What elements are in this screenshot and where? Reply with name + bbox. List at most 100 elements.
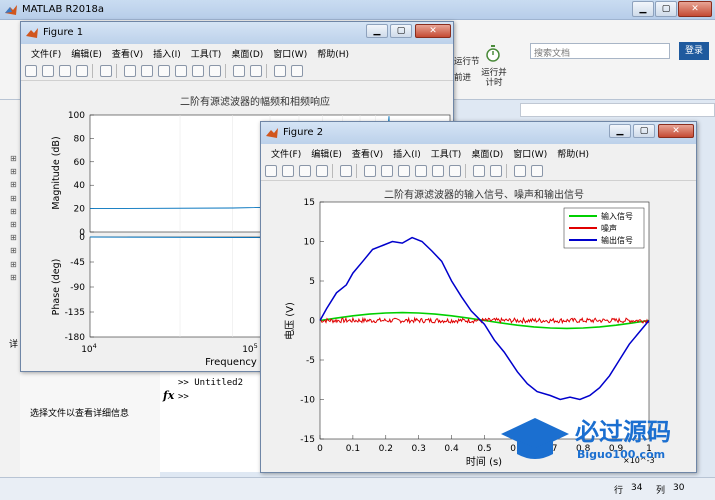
y-tick-label: -5 bbox=[306, 356, 315, 366]
print-icon[interactable] bbox=[76, 65, 88, 77]
figure1-close-button[interactable]: ✕ bbox=[415, 24, 451, 38]
zoom-out-icon[interactable] bbox=[381, 165, 393, 177]
figure1-menu-insert[interactable]: 插入(I) bbox=[153, 47, 181, 60]
data-cursor-icon[interactable] bbox=[192, 65, 204, 77]
figure1-menu-file[interactable]: 文件(F) bbox=[31, 47, 61, 60]
figure1-plot-title: 二阶有源滤波器的幅频和相频响应 bbox=[180, 95, 330, 108]
plot-tools-icon[interactable] bbox=[291, 65, 303, 77]
edit-plot-icon[interactable] bbox=[340, 165, 352, 177]
figure2-menu-desktop[interactable]: 桌面(D) bbox=[471, 147, 503, 160]
matlab-logo-icon bbox=[5, 5, 17, 15]
minimize-button[interactable]: ▁ bbox=[632, 1, 654, 17]
main-window-title: MATLAB R2018a bbox=[22, 4, 105, 15]
x-tick-label: 0.5 bbox=[477, 444, 491, 454]
figure1-menu-view[interactable]: 查看(V) bbox=[112, 47, 143, 60]
advance-label[interactable]: 前进 bbox=[454, 71, 471, 83]
figure1-menu-desktop[interactable]: 桌面(D) bbox=[231, 47, 263, 60]
figure2-menu-tools[interactable]: 工具(T) bbox=[431, 147, 462, 160]
x-tick-label: 0.2 bbox=[379, 444, 393, 454]
figure2-menu-help[interactable]: 帮助(H) bbox=[557, 147, 589, 160]
figure1-menu-help[interactable]: 帮助(H) bbox=[317, 47, 349, 60]
brush-icon[interactable] bbox=[209, 65, 221, 77]
figure2-menu-view[interactable]: 查看(V) bbox=[352, 147, 383, 160]
new-figure-icon[interactable] bbox=[25, 65, 37, 77]
figure2-menu-window[interactable]: 窗口(W) bbox=[513, 147, 547, 160]
phase-y-label: Phase (deg) bbox=[51, 259, 62, 316]
save-icon[interactable] bbox=[299, 165, 311, 177]
y-tick-label: -15 bbox=[300, 435, 315, 445]
open-file-icon[interactable] bbox=[42, 65, 54, 77]
command-window[interactable]: >> Untitled2 >> fx bbox=[160, 372, 260, 472]
zoom-in-icon[interactable] bbox=[364, 165, 376, 177]
run-section-label[interactable]: 运行节 bbox=[454, 55, 480, 67]
figure1-toolbar bbox=[21, 61, 453, 81]
command-line-2: >> bbox=[178, 392, 189, 402]
row-label: 行 bbox=[614, 486, 624, 496]
figure2-title-bar[interactable]: Figure 2 ▁ ▢ ✕ bbox=[261, 122, 696, 144]
figure2-minimize-button[interactable]: ▁ bbox=[609, 124, 631, 138]
address-bar[interactable] bbox=[520, 103, 715, 117]
figure2-menu-edit[interactable]: 编辑(E) bbox=[311, 147, 342, 160]
figure1-maximize-button[interactable]: ▢ bbox=[390, 24, 412, 38]
rotate-icon[interactable] bbox=[175, 65, 187, 77]
svg-text:Biguo100.com: Biguo100.com bbox=[577, 448, 665, 461]
plot-tools-icon[interactable] bbox=[531, 165, 543, 177]
x-tick-label: 0.1 bbox=[346, 444, 360, 454]
colorbar-icon[interactable] bbox=[250, 65, 262, 77]
legend-icon[interactable] bbox=[274, 65, 286, 77]
x-tick-label: 0.4 bbox=[444, 444, 459, 454]
row-value: 34 bbox=[631, 483, 643, 493]
legend-output-label: 输出信号 bbox=[601, 235, 633, 245]
figure1-title-bar[interactable]: Figure 1 ▁ ▢ ✕ bbox=[21, 22, 453, 44]
figure1-menu-edit[interactable]: 编辑(E) bbox=[71, 47, 102, 60]
phase-tick-label: -45 bbox=[70, 258, 85, 268]
pan-icon[interactable] bbox=[158, 65, 170, 77]
figure1-minimize-button[interactable]: ▁ bbox=[366, 24, 388, 38]
phase-tick-label: -135 bbox=[65, 308, 85, 318]
open-file-icon[interactable] bbox=[282, 165, 294, 177]
legend-icon[interactable] bbox=[514, 165, 526, 177]
y-tick-label: 5 bbox=[309, 277, 315, 287]
fx-icon: fx bbox=[163, 389, 175, 402]
run-time-label[interactable]: 运行并计时 bbox=[480, 68, 508, 88]
legend[interactable]: 输入信号 噪声 输出信号 bbox=[563, 207, 645, 249]
figure2-close-button[interactable]: ✕ bbox=[658, 124, 694, 138]
voltage-y-label: 电压 (V) bbox=[283, 302, 296, 340]
edit-plot-icon[interactable] bbox=[100, 65, 112, 77]
legend-input-label: 输入信号 bbox=[601, 211, 633, 221]
maximize-button[interactable]: ▢ bbox=[655, 1, 677, 17]
figure2-menu-insert[interactable]: 插入(I) bbox=[393, 147, 421, 160]
figure2-plot-title: 二阶有源滤波器的输入信号、噪声和输出信号 bbox=[384, 188, 584, 201]
tree-expanders[interactable]: ⊞ ⊞ ⊞ ⊞ ⊞ ⊞ ⊞ ⊞ ⊞ ⊞ bbox=[10, 152, 17, 284]
phase-tick-label: -90 bbox=[70, 283, 85, 293]
run-time-icon[interactable] bbox=[485, 44, 501, 64]
close-button[interactable]: ✕ bbox=[678, 1, 712, 17]
link-plot-icon[interactable] bbox=[233, 65, 245, 77]
colorbar-icon[interactable] bbox=[490, 165, 502, 177]
figure1-menu-tools[interactable]: 工具(T) bbox=[191, 47, 222, 60]
zoom-in-icon[interactable] bbox=[124, 65, 136, 77]
magnitude-y-label: Magnitude (dB) bbox=[51, 136, 62, 209]
link-plot-icon[interactable] bbox=[473, 165, 485, 177]
rotate-icon[interactable] bbox=[415, 165, 427, 177]
phase-tick-label: 0 bbox=[79, 233, 85, 243]
command-line-1: >> Untitled2 bbox=[178, 378, 244, 388]
magnitude-tick-label: 20 bbox=[74, 205, 86, 215]
details-tab[interactable]: 详 bbox=[9, 337, 18, 350]
login-button[interactable]: 登录 bbox=[679, 42, 709, 60]
figure2-maximize-button[interactable]: ▢ bbox=[633, 124, 655, 138]
figure2-menu-file[interactable]: 文件(F) bbox=[271, 147, 301, 160]
main-title-bar: MATLAB R2018a ▁ ▢ ✕ bbox=[0, 0, 715, 20]
brush-icon[interactable] bbox=[449, 165, 461, 177]
data-cursor-icon[interactable] bbox=[432, 165, 444, 177]
y-tick-label: -10 bbox=[300, 396, 315, 406]
figure2-title: Figure 2 bbox=[283, 127, 324, 138]
zoom-out-icon[interactable] bbox=[141, 65, 153, 77]
save-icon[interactable] bbox=[59, 65, 71, 77]
figure1-menu-window[interactable]: 窗口(W) bbox=[273, 47, 307, 60]
search-input[interactable]: 搜索文档 bbox=[530, 43, 670, 59]
pan-icon[interactable] bbox=[398, 165, 410, 177]
new-figure-icon[interactable] bbox=[265, 165, 277, 177]
print-icon[interactable] bbox=[316, 165, 328, 177]
col-value: 30 bbox=[673, 483, 685, 493]
